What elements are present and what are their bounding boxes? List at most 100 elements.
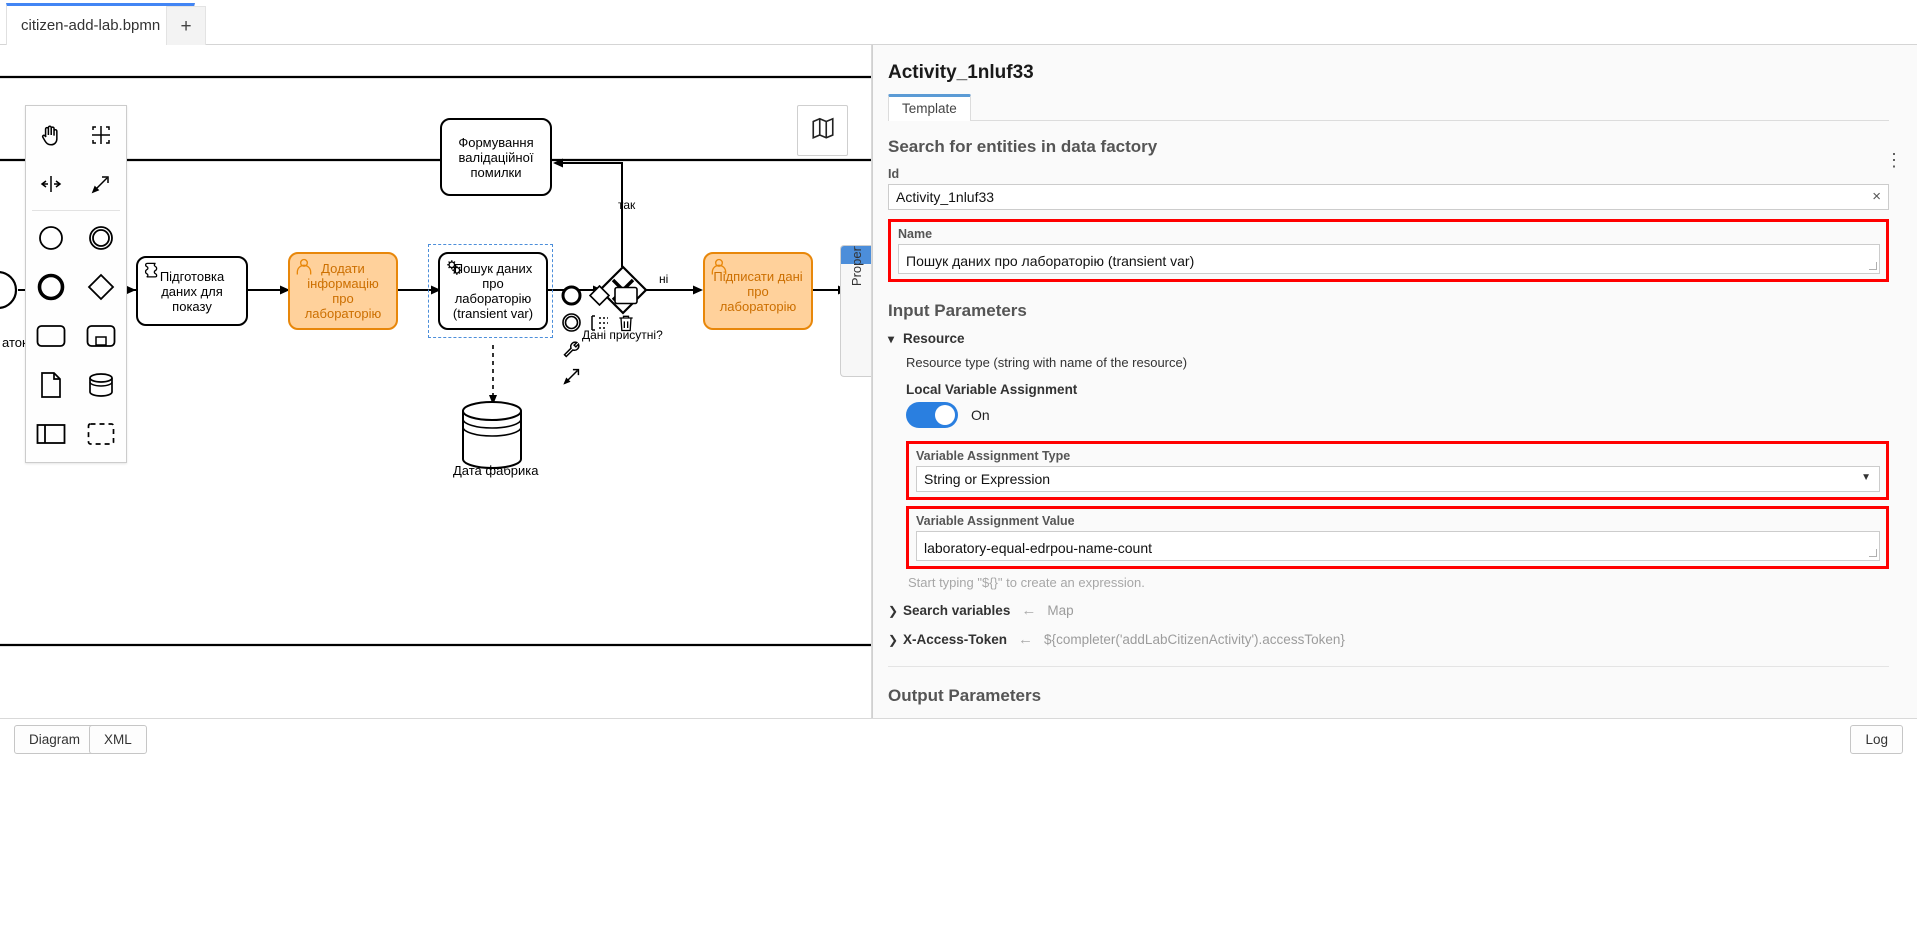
name-field-label: Name [898,227,933,241]
diagram-svg [0,75,871,647]
space-tool-icon[interactable] [26,159,76,208]
resize-grip-icon-value[interactable] [1869,549,1877,557]
local-variable-assignment-row: On [906,402,1889,428]
editor-tab-label: citizen-add-lab.bpmn [21,17,161,34]
hand-tool-icon[interactable] [26,110,76,159]
element-palette[interactable] [25,105,127,463]
chevron-down-icon-select[interactable]: ▼ [1861,472,1871,483]
template-header: Search for entities in data factory [888,137,1158,156]
task-prep[interactable]: Підготовка даних для показу [136,256,248,326]
task-add-info-label: Додати інформацію про лабораторію [304,261,382,321]
create-task-icon[interactable] [26,311,76,360]
id-field-label: Id [888,167,900,181]
task-search-selected[interactable]: Пошук даних про лабораторію (transient v… [438,252,548,330]
toggle-state-label: On [971,407,990,423]
section-divider [888,666,1889,667]
param-name-search-variables: Search variables [903,603,1011,618]
append-intermediate-event-icon[interactable] [559,310,584,335]
task-validation-error-label: Формування валідаційної помилки [458,134,534,180]
local-variable-assignment-label: Local Variable Assignment [906,382,1078,397]
palette-divider [32,210,120,211]
variable-assignment-type-wrap: ▼ [916,466,1880,492]
name-field-wrap [898,244,1880,274]
properties-panel[interactable]: Activity_1nluf33 Template Search for ent… [872,45,1917,718]
lasso-tool-icon[interactable] [76,110,126,159]
create-end-event-icon[interactable] [26,262,76,311]
append-text-annotation-icon[interactable] [587,310,612,335]
create-data-object-icon[interactable] [26,360,76,409]
connect-icon[interactable] [559,363,584,388]
clipped-event-label: аток [2,335,28,350]
chevron-down-icon: ▾ [888,331,895,346]
id-input[interactable] [888,184,1889,210]
create-data-store-icon[interactable] [76,360,126,409]
properties-panel-tab[interactable]: Properties Panel [840,245,871,377]
create-group-icon[interactable] [76,409,126,458]
arrow-left-icon: ← [1021,602,1037,619]
create-gateway-icon[interactable] [76,262,126,311]
properties-panel-tab-label: Properties Panel [841,246,871,295]
bottom-bar: Diagram XML Log [0,718,1917,932]
param-value-search-variables: Map [1047,603,1074,618]
resize-grip-icon[interactable] [1869,262,1877,270]
tab-template[interactable]: Template [888,94,971,121]
flow-label-no: ні [659,272,669,286]
chevron-right-icon-token: ❯ [888,632,899,647]
variable-assignment-value-highlight: Variable Assignment Value [906,506,1889,569]
resource-description: Resource type (string with name of the r… [906,355,1188,370]
log-button[interactable]: Log [1850,725,1903,754]
variable-assignment-type-select[interactable] [916,466,1880,492]
arrow-left-icon-token: ← [1018,631,1034,648]
task-sign[interactable]: Підписати дані про лабораторію [703,252,813,330]
resource-group-label: Resource [903,331,965,346]
name-input[interactable] [898,244,1880,274]
variable-assignment-value-wrap [916,531,1880,561]
task-validation-error[interactable]: Формування валідаційної помилки [440,118,552,196]
task-add-info[interactable]: Додати інформацію про лабораторію [288,252,398,330]
global-connect-tool-icon[interactable] [76,159,126,208]
local-variable-assignment-toggle[interactable] [906,402,958,428]
task-sign-label: Підписати дані про лабораторію [713,268,803,314]
id-field-wrap: × [888,184,1889,210]
bpmn-canvas[interactable]: аток Підготовка даних для показу Формува… [0,45,872,718]
variable-assignment-type-highlight: Variable Assignment Type ▼ [906,441,1889,500]
toggle-knob [935,405,955,425]
flow-label-yes: так [618,198,636,212]
minimap-toggle-button[interactable] [797,105,848,156]
variable-assignment-value-label: Variable Assignment Value [916,514,1075,528]
append-end-event-icon[interactable] [559,283,584,308]
create-intermediate-event-icon[interactable] [76,213,126,262]
create-start-event-icon[interactable] [26,213,76,262]
variable-assignment-type-label: Variable Assignment Type [916,449,1071,463]
kebab-menu-icon[interactable]: ⋮ [1885,151,1903,169]
panel-title: Activity_1nluf33 [888,62,1034,83]
resource-group-header[interactable]: ▾ Resource [888,331,1889,346]
append-task-icon[interactable] [613,283,638,308]
delete-element-icon[interactable] [613,310,638,335]
task-prep-label: Підготовка даних для показу [159,268,225,314]
create-subprocess-icon[interactable] [76,311,126,360]
input-parameters-title: Input Parameters [888,301,1027,320]
context-pad[interactable] [555,283,638,391]
datastore-label: Дата фабрика [453,463,539,478]
param-name-x-access-token: X-Access-Token [903,632,1008,647]
minimap-icon [810,115,836,146]
name-field-highlight: Name [888,219,1889,282]
panel-tab-strip: Template [888,94,1889,121]
tab-bar: citizen-add-lab.bpmn + [0,0,1917,45]
resource-group-body: Resource type (string with name of the r… [906,355,1889,590]
expression-hint: Start typing "${}" to create an expressi… [908,575,1145,590]
task-search-label: Пошук даних про лабораторію (transient v… [452,261,534,321]
diagram-view-button[interactable]: Diagram [14,725,96,754]
append-gateway-icon[interactable] [587,283,612,308]
xml-view-button[interactable]: XML [89,725,147,754]
chevron-right-icon: ❯ [888,603,899,618]
output-parameters-title: Output Parameters [888,686,1042,705]
variable-assignment-value-input[interactable] [916,531,1880,561]
change-type-icon[interactable] [559,337,584,362]
param-row-search-variables[interactable]: ❯ Search variables ← Map [888,602,1889,619]
clear-icon[interactable]: × [1872,188,1881,206]
create-participant-icon[interactable] [26,409,76,458]
new-tab-button[interactable]: + [166,6,206,45]
param-row-x-access-token[interactable]: ❯ X-Access-Token ← ${completer('addLabCi… [888,631,1889,648]
